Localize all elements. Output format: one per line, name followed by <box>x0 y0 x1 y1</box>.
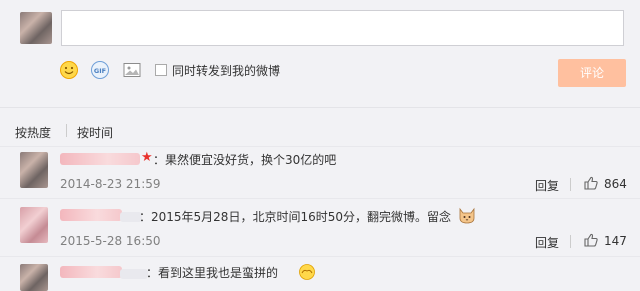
like-count: 864 <box>604 177 627 191</box>
like-count: 147 <box>604 234 627 248</box>
divider <box>0 146 640 147</box>
thumbs-up-icon[interactable] <box>583 175 599 191</box>
commenter-avatar[interactable] <box>20 152 48 188</box>
commenter-name[interactable] <box>60 266 122 278</box>
commenter-name-tail <box>120 269 148 279</box>
reply-button[interactable]: 回复 <box>535 234 559 251</box>
smiley-icon[interactable] <box>59 60 79 80</box>
comment-text: ：看到这里我也是蛮拼的 <box>146 266 279 280</box>
image-icon[interactable] <box>122 60 142 80</box>
submit-comment-button[interactable]: 评论 <box>558 59 626 87</box>
comment-text: ：果然便宜没好货，换个30亿的吧 <box>153 153 337 167</box>
forward-checkbox[interactable] <box>155 64 167 76</box>
action-separator <box>570 235 571 248</box>
divider <box>0 107 640 108</box>
reply-button[interactable]: 回复 <box>535 177 559 194</box>
sort-by-hot-tab[interactable]: 按热度 <box>15 124 51 141</box>
commenter-avatar[interactable] <box>20 207 48 243</box>
commenter-name[interactable] <box>60 209 122 221</box>
thumbs-up-icon[interactable] <box>583 232 599 248</box>
comment-text: ：2015年5月28日，北京时间16时50分，翻完微博。留念 <box>139 210 451 224</box>
commenter-avatar[interactable] <box>20 264 48 291</box>
comment-input[interactable] <box>61 10 624 46</box>
comment-time: 2014-8-23 21:59 <box>60 177 161 191</box>
comment-time: 2015-5-28 16:50 <box>60 234 161 248</box>
user-avatar <box>20 12 52 44</box>
gif-icon[interactable]: GIF <box>90 60 110 80</box>
svg-text:GIF: GIF <box>94 67 106 75</box>
cat-emoji-icon <box>459 207 475 224</box>
divider <box>0 198 640 199</box>
emoji-icon <box>299 264 315 280</box>
action-separator <box>570 178 571 191</box>
divider <box>0 256 640 257</box>
commenter-name[interactable] <box>60 153 140 165</box>
forward-checkbox-label: 同时转发到我的微博 <box>172 64 281 78</box>
star-icon: ★ <box>141 150 153 165</box>
sort-separator <box>66 124 67 137</box>
sort-by-time-tab[interactable]: 按时间 <box>77 124 113 141</box>
